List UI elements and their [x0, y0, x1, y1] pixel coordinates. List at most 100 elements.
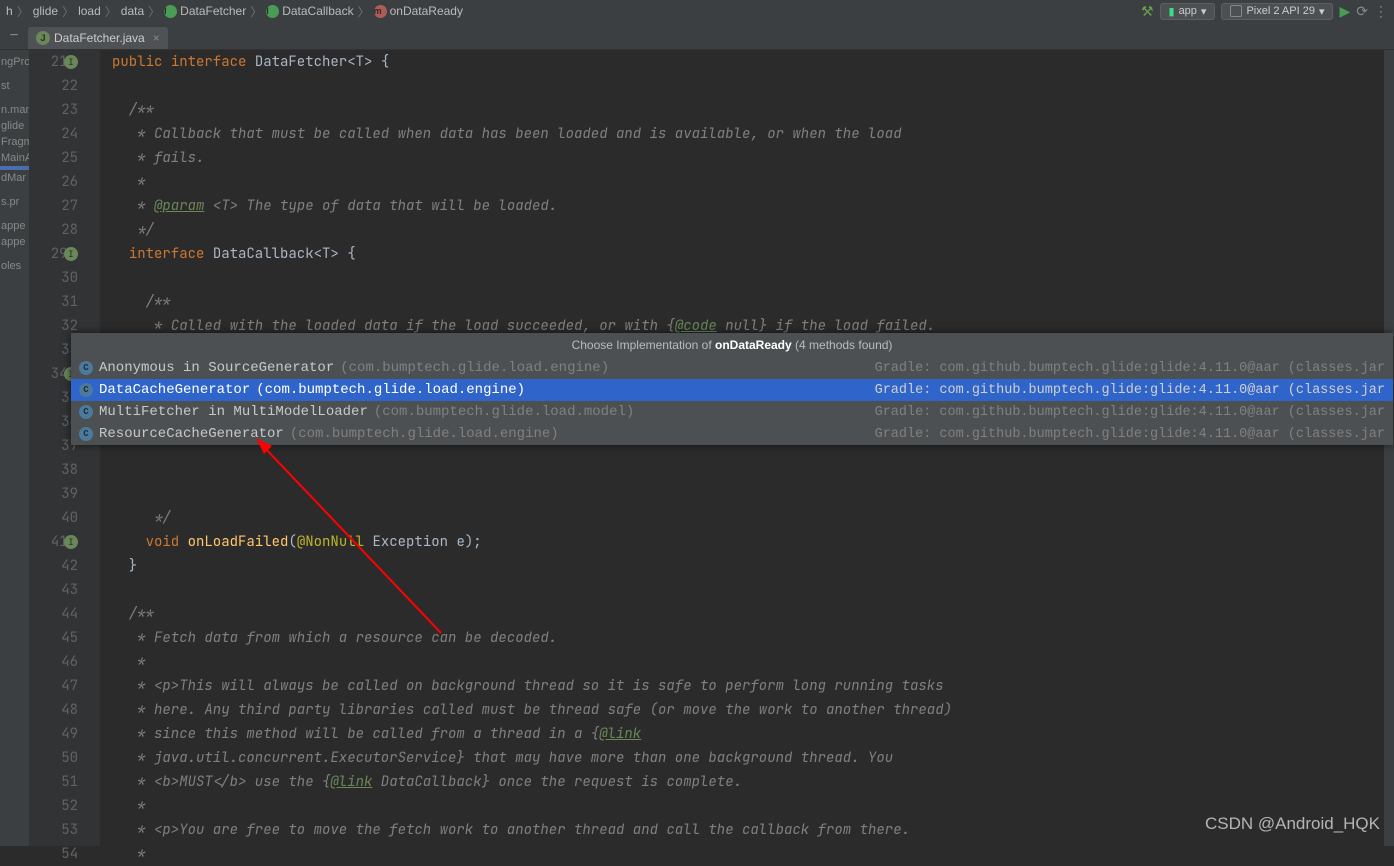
code-line[interactable]: * <p>This will always be called on backg…: [112, 674, 1384, 698]
fold-handle[interactable]: [86, 290, 100, 314]
code-line[interactable]: }: [112, 554, 1384, 578]
rerun-button[interactable]: ⟳: [1356, 3, 1368, 20]
fold-handle[interactable]: [86, 98, 100, 122]
sidebar-item[interactable]: s.pr: [0, 194, 29, 210]
sidebar-item[interactable]: ngPro: [0, 54, 29, 70]
fold-handle[interactable]: [86, 74, 100, 98]
file-tab[interactable]: J DataFetcher.java ×: [28, 27, 168, 49]
fold-handle[interactable]: [86, 194, 100, 218]
fold-handle[interactable]: [86, 770, 100, 794]
breadcrumb-item[interactable]: glide: [33, 4, 58, 18]
code-line[interactable]: *: [112, 650, 1384, 674]
sidebar-item[interactable]: n.man: [0, 102, 29, 118]
fold-handle[interactable]: [86, 626, 100, 650]
code-line[interactable]: */: [112, 506, 1384, 530]
run-config-label: app: [1179, 5, 1197, 17]
code-line[interactable]: /**: [112, 98, 1384, 122]
popup-item[interactable]: CMultiFetcher in MultiModelLoader (com.b…: [71, 401, 1393, 423]
breadcrumb[interactable]: h〉glide〉load〉data〉IDataFetcher〉IDataCall…: [6, 3, 463, 20]
code-line[interactable]: * fails.: [112, 146, 1384, 170]
fold-handle[interactable]: [86, 554, 100, 578]
code-line[interactable]: * here. Any third party libraries called…: [112, 698, 1384, 722]
breadcrumb-item[interactable]: IDataFetcher: [164, 4, 246, 18]
code-area[interactable]: public interface DataFetcher<T> { /** * …: [100, 50, 1384, 846]
sidebar-item[interactable]: [0, 274, 29, 278]
code-line[interactable]: * java.util.concurrent.ExecutorService} …: [112, 746, 1384, 770]
fold-handle[interactable]: [86, 842, 100, 866]
code-line[interactable]: *: [112, 794, 1384, 818]
fold-handle[interactable]: [86, 746, 100, 770]
fold-handle[interactable]: [86, 602, 100, 626]
more-button[interactable]: ⋮: [1374, 3, 1388, 20]
sidebar-item[interactable]: appe: [0, 234, 29, 250]
code-line[interactable]: * since this method will be called from …: [112, 722, 1384, 746]
code-line[interactable]: [112, 74, 1384, 98]
fold-handle[interactable]: [86, 218, 100, 242]
code-line[interactable]: /**: [112, 602, 1384, 626]
code-line[interactable]: [112, 578, 1384, 602]
line-number: 22: [30, 74, 78, 98]
chevron-down-icon: ▾: [1319, 5, 1325, 18]
fold-handle[interactable]: [86, 458, 100, 482]
line-number: I21↓: [30, 50, 78, 74]
code-line[interactable]: [112, 482, 1384, 506]
code-line[interactable]: void onLoadFailed(@NonNull Exception e);: [112, 530, 1384, 554]
sidebar-item[interactable]: glide: [0, 118, 29, 134]
fold-handle[interactable]: [86, 650, 100, 674]
popup-item[interactable]: CResourceCacheGenerator (com.bumptech.gl…: [71, 423, 1393, 445]
fold-handle[interactable]: [86, 674, 100, 698]
fold-handle[interactable]: [86, 122, 100, 146]
code-line[interactable]: public interface DataFetcher<T> {: [112, 50, 1384, 74]
collapse-icon[interactable]: −: [0, 27, 28, 49]
fold-handle[interactable]: [86, 794, 100, 818]
fold-handle[interactable]: [86, 506, 100, 530]
code-line[interactable]: /**: [112, 290, 1384, 314]
fold-handle[interactable]: [86, 578, 100, 602]
sidebar-item[interactable]: Fragm: [0, 134, 29, 150]
code-line[interactable]: * Callback that must be called when data…: [112, 122, 1384, 146]
project-sidebar[interactable]: ngPro st n.manglideFragmMainA dMar s.pr appea…: [0, 50, 30, 846]
fold-handle[interactable]: [86, 170, 100, 194]
fold-handle[interactable]: [86, 146, 100, 170]
popup-item[interactable]: CDataCacheGenerator (com.bumptech.glide.…: [71, 379, 1393, 401]
code-line[interactable]: * Fetch data from which a resource can b…: [112, 626, 1384, 650]
sidebar-item[interactable]: oles: [0, 258, 29, 274]
breadcrumb-item[interactable]: h: [6, 4, 13, 18]
fold-handle[interactable]: [86, 242, 100, 266]
popup-item[interactable]: CAnonymous in SourceGenerator (com.bumpt…: [71, 357, 1393, 379]
sidebar-item[interactable]: dMar: [0, 170, 29, 186]
sidebar-item[interactable]: MainA: [0, 150, 29, 166]
breadcrumb-item[interactable]: monDataReady: [374, 4, 463, 18]
run-config-dropdown[interactable]: ▮ app ▾: [1160, 3, 1216, 20]
fold-handle[interactable]: [86, 698, 100, 722]
code-line[interactable]: * <p>You are free to move the fetch work…: [112, 818, 1384, 842]
device-dropdown[interactable]: Pixel 2 API 29 ▾: [1221, 3, 1333, 20]
code-line[interactable]: interface DataCallback<T> {: [112, 242, 1384, 266]
breadcrumb-item[interactable]: load: [78, 4, 101, 18]
fold-handle[interactable]: [86, 530, 100, 554]
fold-handle[interactable]: [86, 50, 100, 74]
gutter-icon[interactable]: I: [64, 535, 78, 549]
code-line[interactable]: [112, 458, 1384, 482]
run-button[interactable]: ▶: [1339, 3, 1350, 20]
fold-column[interactable]: [86, 50, 100, 846]
code-line[interactable]: * @param <T> The type of data that will …: [112, 194, 1384, 218]
close-icon[interactable]: ×: [153, 31, 160, 45]
sidebar-item[interactable]: st: [0, 78, 29, 94]
fold-handle[interactable]: [86, 722, 100, 746]
code-line[interactable]: */: [112, 218, 1384, 242]
fold-handle[interactable]: [86, 818, 100, 842]
code-line[interactable]: *: [112, 842, 1384, 866]
code-line[interactable]: * <b>MUST</b> use the {@link DataCallbac…: [112, 770, 1384, 794]
hammer-icon[interactable]: ⚒: [1141, 3, 1154, 20]
gutter-icon[interactable]: I: [64, 247, 78, 261]
fold-handle[interactable]: [86, 266, 100, 290]
code-line[interactable]: [112, 266, 1384, 290]
breadcrumb-item[interactable]: IDataCallback: [266, 4, 353, 18]
breadcrumb-item[interactable]: data: [121, 4, 144, 18]
sidebar-item[interactable]: appe: [0, 218, 29, 234]
fold-handle[interactable]: [86, 482, 100, 506]
code-line[interactable]: *: [112, 170, 1384, 194]
gutter-icon[interactable]: I: [64, 55, 78, 69]
vertical-scrollbar[interactable]: [1384, 50, 1394, 846]
